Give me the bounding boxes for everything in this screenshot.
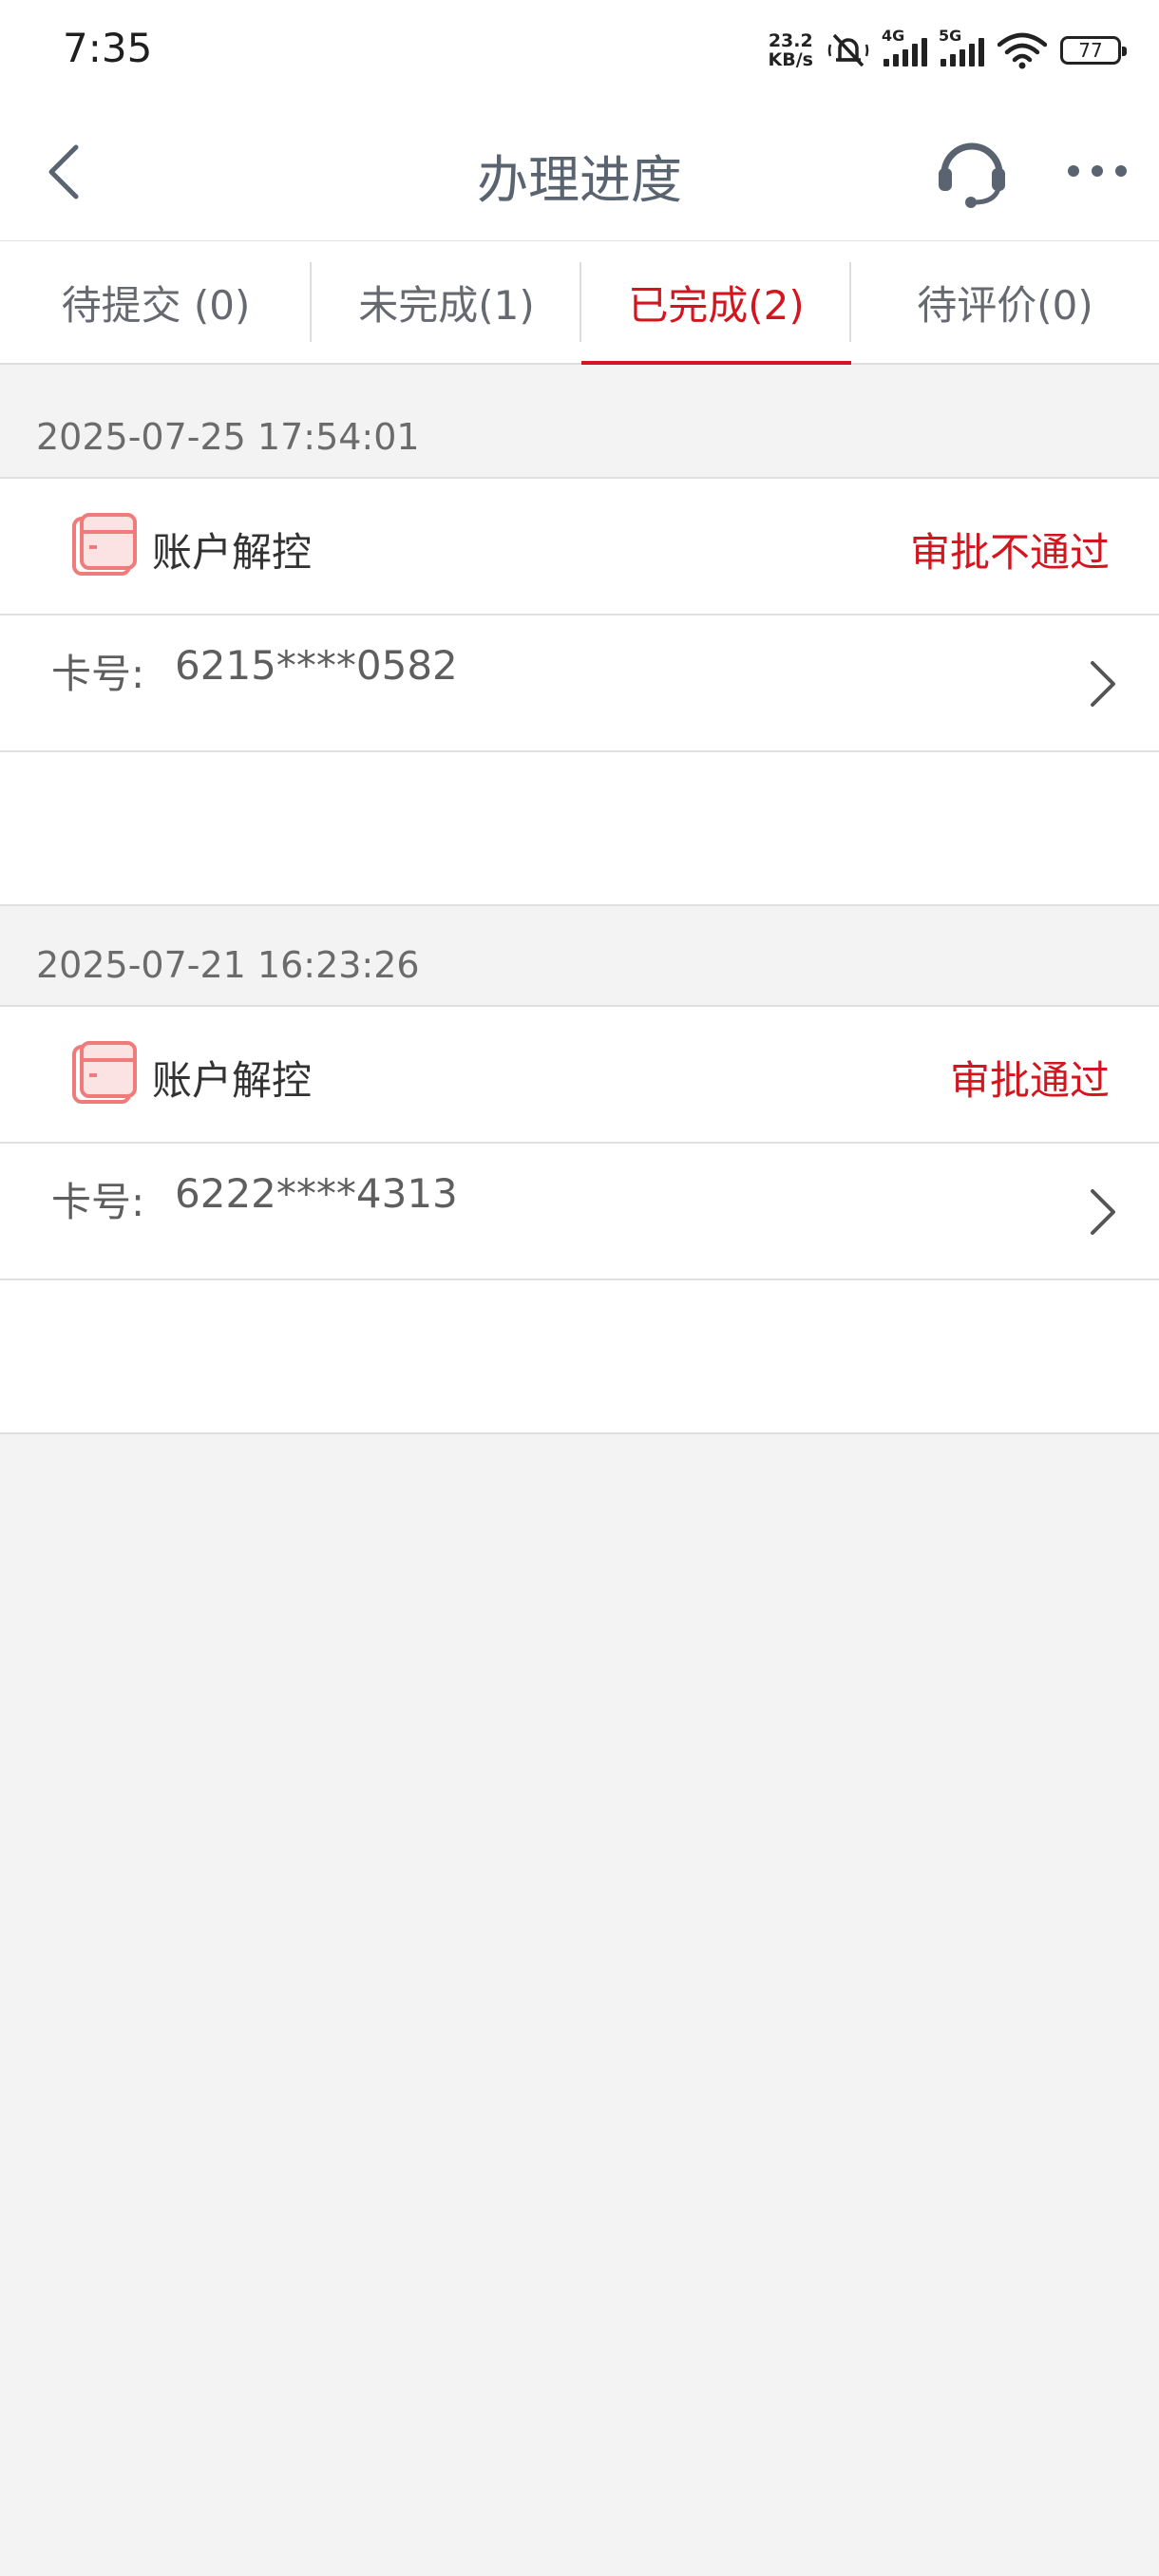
tab-completed[interactable]: 已完成(2) (581, 241, 851, 365)
status-tabs: 待提交 (0) 未完成(1) 已完成(2) 待评价(0) (0, 241, 1159, 365)
headset-icon[interactable] (931, 130, 1013, 212)
network-speed: 23.2 KB/s (768, 30, 813, 70)
card-number: 6222****4313 (175, 1170, 458, 1217)
wifi-icon (998, 32, 1047, 69)
approval-status: 审批不通过 (909, 529, 1110, 576)
service-name: 账户解控 (152, 1057, 313, 1104)
tab-pending-submit[interactable]: 待提交 (0) (0, 241, 312, 363)
tab-label: 未完成(1) (358, 281, 535, 329)
chevron-right-icon (1091, 1189, 1115, 1235)
more-icon[interactable] (1064, 147, 1130, 195)
signal-5g-icon: 5G (939, 27, 984, 66)
tab-incomplete[interactable]: 未完成(1) (312, 241, 581, 363)
status-icons: 23.2 KB/s 4G 5G 77 (768, 27, 1127, 74)
mute-bell-icon (827, 33, 869, 67)
record-detail[interactable]: 卡号: 6222****4313 (0, 1142, 1159, 1279)
approval-status: 审批通过 (949, 1057, 1110, 1104)
record-detail[interactable]: 卡号: 6215****0582 (0, 614, 1159, 750)
record-date: 2025-07-25 17:54:01 (36, 416, 420, 458)
nav-bar: 办理进度 (0, 100, 1159, 242)
tab-label: 待提交 (0) (61, 281, 251, 329)
status-bar: 7:35 23.2 KB/s 4G 5G 77 (0, 0, 1159, 100)
chevron-right-icon (1091, 661, 1115, 707)
tab-pending-review[interactable]: 待评价(0) (851, 241, 1159, 363)
active-tab-indicator (581, 361, 851, 365)
record-spacer (0, 1279, 1159, 1434)
card-number: 6215****0582 (175, 642, 458, 689)
bank-card-icon (72, 1041, 137, 1104)
service-name: 账户解控 (152, 529, 313, 576)
status-time: 7:35 (63, 25, 153, 71)
record-date: 2025-07-21 16:23:26 (36, 944, 420, 986)
record-header[interactable]: 账户解控 审批不通过 (0, 477, 1159, 614)
record-header[interactable]: 账户解控 审批通过 (0, 1005, 1159, 1142)
signal-4g-icon: 4G (882, 27, 927, 66)
tab-label: 待评价(0) (917, 281, 1093, 329)
battery-indicator: 77 (1060, 36, 1127, 65)
record-spacer (0, 750, 1159, 906)
card-number-label: 卡号: (51, 651, 145, 697)
card-number-label: 卡号: (51, 1179, 145, 1225)
tab-label: 已完成(2) (628, 281, 805, 329)
bank-card-icon (72, 513, 137, 576)
